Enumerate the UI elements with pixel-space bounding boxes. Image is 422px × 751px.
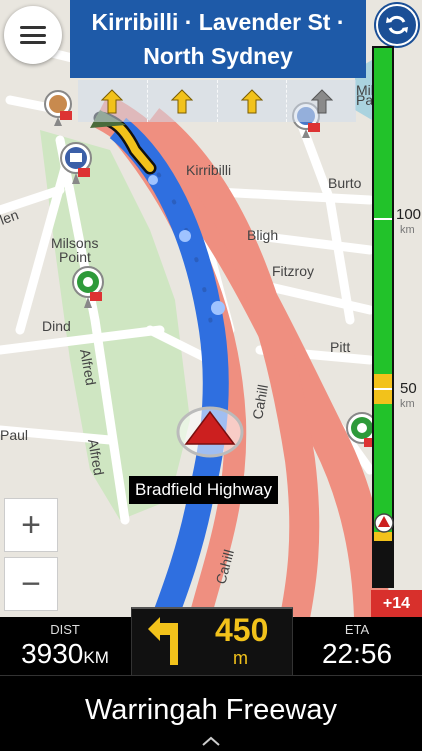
scale-unit-50: km — [400, 398, 415, 410]
zoom-in-button[interactable]: + — [4, 498, 58, 552]
lane-4 — [287, 80, 356, 122]
scale-tick-100 — [374, 218, 392, 220]
arrow-up-icon — [310, 89, 333, 114]
turn-distance-value: 450 — [215, 612, 269, 648]
route-header-line-1: Kirribilli · Lavender St · — [91, 9, 345, 35]
label-bligh: Bligh — [247, 227, 278, 243]
menu-button[interactable] — [4, 6, 62, 64]
zoom-out-button[interactable]: − — [4, 557, 58, 611]
turn-left-icon — [148, 617, 178, 665]
next-turn-box[interactable] — [131, 607, 293, 678]
hamburger-icon — [20, 26, 46, 44]
scale-tick-50 — [374, 388, 392, 390]
traffic-segment-end — [374, 541, 392, 586]
lane-1 — [78, 80, 148, 122]
label-pitt: Pitt — [330, 339, 350, 355]
eta-value: 22:56 — [321, 638, 393, 669]
traffic-delay-badge[interactable]: +14 — [371, 590, 422, 618]
lane-3 — [218, 80, 288, 122]
recalculate-button[interactable] — [376, 4, 418, 46]
lane-guidance — [78, 80, 356, 122]
scale-label-100: 100 — [396, 206, 422, 223]
distance-caption: DIST — [50, 622, 80, 637]
lane-2 — [148, 80, 218, 122]
arrow-up-icon — [240, 89, 263, 114]
label-dind: Dind — [42, 318, 71, 334]
arrow-up-icon — [171, 89, 194, 114]
vehicle-marker-progress — [374, 513, 394, 538]
label-paul: Paul — [0, 427, 28, 443]
label-point: Point — [59, 249, 91, 265]
arrow-up-icon — [101, 89, 124, 114]
traffic-progress-bar — [372, 46, 394, 588]
scale-unit-100: km — [400, 224, 415, 236]
distance-value: 3930 — [21, 638, 84, 669]
chevron-up-icon[interactable] — [201, 735, 221, 747]
turn-distance-unit: m — [233, 648, 248, 668]
label-burton: Burto — [328, 175, 362, 191]
vehicle-position-arrow — [176, 406, 244, 458]
distance-unit: KM — [83, 648, 109, 667]
label-kirribilli: Kirribilli — [186, 162, 231, 178]
eta-box[interactable]: ETA 22:56 — [292, 617, 422, 675]
label-pa: Pa — [356, 92, 373, 108]
scale-label-50: 50 — [400, 380, 417, 397]
refresh-icon — [386, 15, 408, 35]
route-header: Kirribilli · Lavender St · North Sydney — [70, 0, 366, 78]
route-header-line-2: North Sydney — [143, 43, 293, 69]
eta-caption: ETA — [344, 622, 370, 637]
current-road-label: Bradfield Highway — [129, 476, 279, 504]
label-fitzroy: Fitzroy — [272, 263, 314, 279]
distance-box[interactable]: DIST 3930KM — [0, 617, 130, 675]
